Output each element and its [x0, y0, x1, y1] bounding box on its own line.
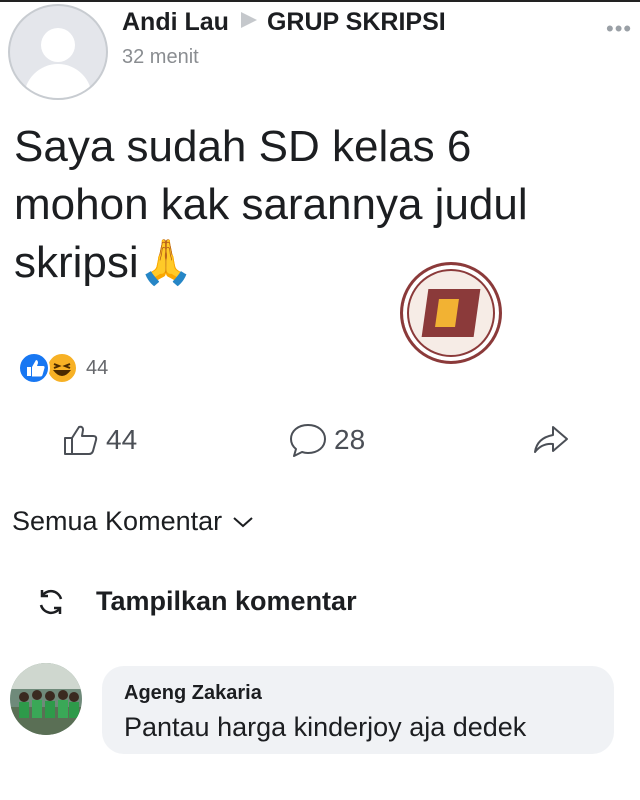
show-comments-button[interactable]: Tampilkan komentar — [36, 586, 357, 617]
show-comments-label: Tampilkan komentar — [96, 586, 357, 616]
top-border — [0, 0, 640, 2]
like-icon — [18, 352, 50, 384]
comment-text: Pantau harga kinderjoy aja dedek — [124, 712, 527, 742]
thumbs-up-icon — [64, 425, 98, 455]
comment-button[interactable]: 28 — [288, 420, 365, 460]
commenter-avatar[interactable] — [10, 663, 82, 735]
post-text: Saya sudah SD kelas 6 mohon kak sarannya… — [14, 118, 574, 292]
post-timestamp[interactable]: 32 menit — [122, 46, 199, 69]
arrow-right-icon — [240, 12, 257, 28]
comment-bubble[interactable]: Ageng Zakaria Pantau harga kinderjoy aja… — [102, 666, 614, 754]
author-name[interactable]: Andi Lau — [122, 8, 229, 36]
commenter-name[interactable]: Ageng Zakaria — [124, 682, 262, 705]
refresh-icon — [39, 589, 63, 614]
group-name[interactable]: GRUP SKRIPSI — [267, 8, 446, 36]
share-arrow-icon — [534, 426, 568, 453]
praying-hands-emoji: 🙏 — [138, 238, 194, 287]
comment-filter-dropdown[interactable]: Semua Komentar — [12, 506, 254, 537]
haha-icon — [46, 352, 78, 384]
post-header: Andi Lau GRUP SKRIPSI — [122, 8, 446, 37]
more-options-icon[interactable]: ••• — [606, 16, 632, 42]
comment-bubble-icon — [290, 424, 326, 457]
author-avatar[interactable] — [8, 4, 108, 100]
like-button[interactable]: 44 — [62, 420, 137, 460]
comment-filter-label: Semua Komentar — [12, 506, 223, 536]
reaction-count[interactable]: 44 — [86, 357, 108, 380]
watermark-logo — [400, 262, 502, 364]
share-button[interactable] — [532, 420, 576, 460]
comment-count: 28 — [334, 424, 366, 455]
like-count: 44 — [106, 424, 138, 455]
chevron-down-icon — [233, 516, 253, 527]
reaction-icons[interactable] — [10, 352, 82, 384]
